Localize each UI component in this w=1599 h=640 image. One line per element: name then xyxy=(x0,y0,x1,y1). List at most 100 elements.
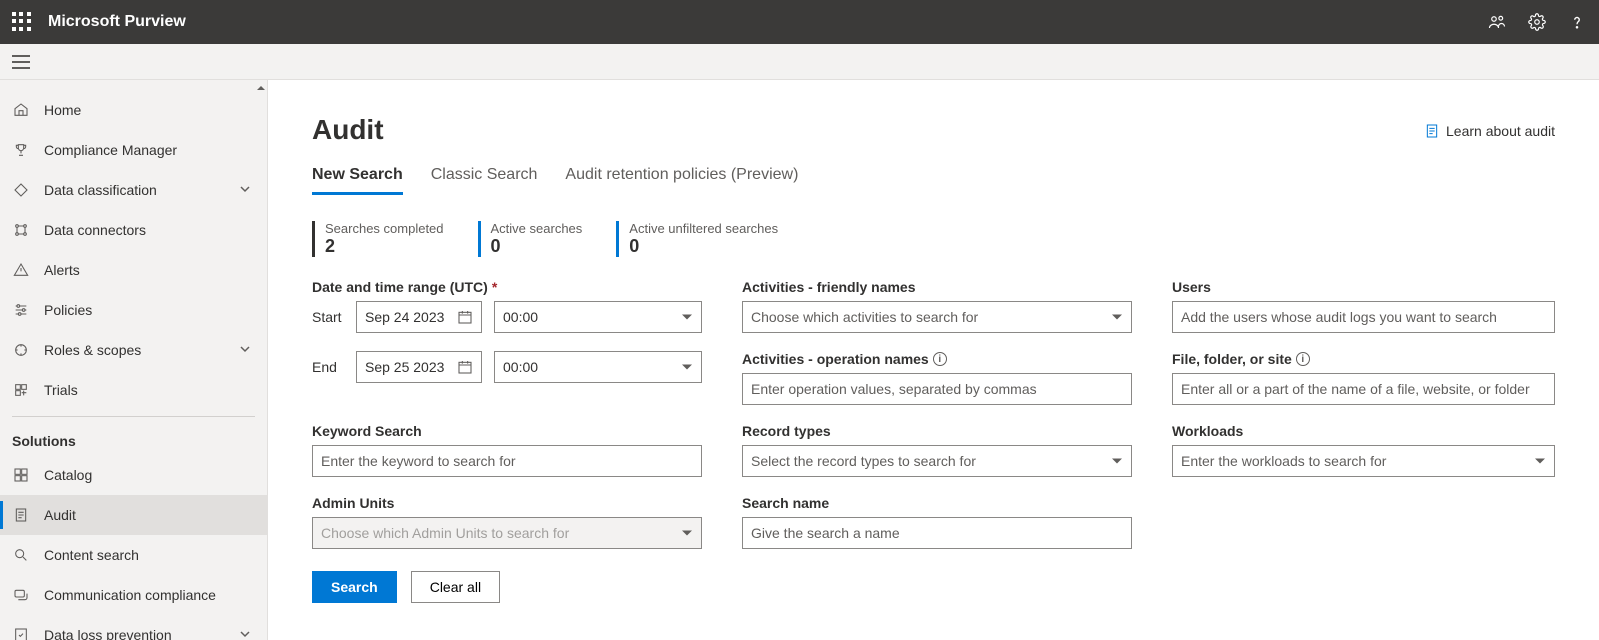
date-range-label: Date and time range (UTC) * xyxy=(312,279,702,295)
tab-audit-retention-policies[interactable]: Audit retention policies (Preview) xyxy=(565,166,798,195)
sidebar-item-data-connectors[interactable]: Data connectors xyxy=(0,210,267,250)
record-types-label: Record types xyxy=(742,423,1132,439)
search-name-block: Search name xyxy=(742,495,1132,549)
app-launcher-icon[interactable] xyxy=(12,12,32,32)
activities-block: Activities - friendly names Choose which… xyxy=(742,279,1132,405)
connectors-icon xyxy=(12,221,30,239)
sidebar-item-alerts[interactable]: Alerts xyxy=(0,250,267,290)
stats-row: Searches completed 2 Active searches 0 A… xyxy=(312,221,1555,257)
sidebar: Home Compliance Manager Data classificat… xyxy=(0,80,268,640)
start-date-value: Sep 24 2023 xyxy=(365,309,451,325)
info-icon[interactable]: i xyxy=(1296,352,1310,366)
settings-icon[interactable] xyxy=(1527,12,1547,32)
button-row: Search Clear all xyxy=(312,571,1555,603)
record-types-select[interactable]: Select the record types to search for xyxy=(742,445,1132,477)
sidebar-item-label: Alerts xyxy=(44,262,80,278)
workloads-block: Workloads Enter the workloads to search … xyxy=(1172,423,1555,477)
sidebar-item-catalog[interactable]: Catalog xyxy=(0,455,267,495)
sidebar-item-communication-compliance[interactable]: Communication compliance xyxy=(0,575,267,615)
sidebar-item-policies[interactable]: Policies xyxy=(0,290,267,330)
end-label: End xyxy=(312,359,344,375)
tab-new-search[interactable]: New Search xyxy=(312,166,403,195)
people-icon[interactable] xyxy=(1487,12,1507,32)
content-area: Audit Learn about audit New Search Class… xyxy=(268,80,1599,640)
users-input[interactable] xyxy=(1172,301,1555,333)
sidebar-item-roles-scopes[interactable]: Roles & scopes xyxy=(0,330,267,370)
activities-friendly-label: Activities - friendly names xyxy=(742,279,1132,295)
sidebar-item-content-search[interactable]: Content search xyxy=(0,535,267,575)
calendar-icon xyxy=(457,309,473,325)
keyword-input[interactable] xyxy=(312,445,702,477)
menu-toggle-icon[interactable] xyxy=(12,55,30,69)
activities-op-label: Activities - operation names i xyxy=(742,351,1132,367)
topbar-right xyxy=(1487,12,1587,32)
stat-value: 0 xyxy=(629,236,778,257)
help-icon[interactable] xyxy=(1567,12,1587,32)
scope-icon xyxy=(12,341,30,359)
required-asterisk: * xyxy=(492,279,497,295)
info-icon[interactable]: i xyxy=(933,352,947,366)
audit-icon xyxy=(12,506,30,524)
home-icon xyxy=(12,101,30,119)
start-time-select[interactable]: 00:00 xyxy=(494,301,702,333)
learn-about-audit-link[interactable]: Learn about audit xyxy=(1424,123,1555,139)
stat-value: 2 xyxy=(325,236,444,257)
admin-units-block: Admin Units Choose which Admin Units to … xyxy=(312,495,702,549)
sidebar-item-label: Communication compliance xyxy=(44,587,216,603)
file-folder-label: File, folder, or site i xyxy=(1172,351,1555,367)
sidebar-item-label: Data connectors xyxy=(44,222,146,238)
sidebar-item-label: Data loss prevention xyxy=(44,627,172,640)
learn-link-text: Learn about audit xyxy=(1446,123,1555,139)
sidebar-item-audit[interactable]: Audit xyxy=(0,495,267,535)
layout: Home Compliance Manager Data classificat… xyxy=(0,80,1599,640)
topbar-left: Microsoft Purview xyxy=(12,12,186,32)
end-time-select[interactable]: 00:00 xyxy=(494,351,702,383)
activities-op-input[interactable] xyxy=(742,373,1132,405)
page-title: Audit xyxy=(312,114,384,146)
calendar-icon xyxy=(457,359,473,375)
chevron-down-icon xyxy=(239,342,251,358)
search-form: Date and time range (UTC) * Start Sep 24… xyxy=(312,279,1555,549)
chevron-down-icon xyxy=(239,627,251,640)
subbar xyxy=(0,44,1599,80)
search-button[interactable]: Search xyxy=(312,571,397,603)
record-types-block: Record types Select the record types to … xyxy=(742,423,1132,477)
sidebar-item-label: Audit xyxy=(44,507,76,523)
sidebar-item-data-loss-prevention[interactable]: Data loss prevention xyxy=(0,615,267,640)
users-label: Users xyxy=(1172,279,1555,295)
end-date-picker[interactable]: Sep 25 2023 xyxy=(356,351,482,383)
workloads-label: Workloads xyxy=(1172,423,1555,439)
sidebar-item-label: Compliance Manager xyxy=(44,142,177,158)
sidebar-item-trials[interactable]: Trials xyxy=(0,370,267,410)
catalog-icon xyxy=(12,466,30,484)
sidebar-section-label: Solutions xyxy=(0,423,267,455)
search-name-input[interactable] xyxy=(742,517,1132,549)
clear-all-button[interactable]: Clear all xyxy=(411,571,500,603)
search-icon xyxy=(12,546,30,564)
start-time-value: 00:00 xyxy=(503,309,538,325)
start-date-picker[interactable]: Sep 24 2023 xyxy=(356,301,482,333)
sidebar-item-label: Home xyxy=(44,102,81,118)
file-folder-input[interactable] xyxy=(1172,373,1555,405)
stat-label: Searches completed xyxy=(325,221,444,236)
trials-icon xyxy=(12,381,30,399)
sidebar-item-label: Trials xyxy=(44,382,78,398)
stat-label: Active searches xyxy=(491,221,583,236)
dlp-icon xyxy=(12,626,30,640)
sidebar-item-home[interactable]: Home xyxy=(0,90,267,130)
document-icon xyxy=(1424,123,1440,139)
stat-value: 0 xyxy=(491,236,583,257)
sidebar-item-compliance-manager[interactable]: Compliance Manager xyxy=(0,130,267,170)
product-name: Microsoft Purview xyxy=(48,13,186,31)
sidebar-item-label: Data classification xyxy=(44,182,157,198)
tabs: New Search Classic Search Audit retentio… xyxy=(312,166,1555,195)
admin-units-select[interactable]: Choose which Admin Units to search for xyxy=(312,517,702,549)
end-date-value: Sep 25 2023 xyxy=(365,359,451,375)
activities-friendly-select[interactable]: Choose which activities to search for xyxy=(742,301,1132,333)
sidebar-item-data-classification[interactable]: Data classification xyxy=(0,170,267,210)
end-time-value: 00:00 xyxy=(503,359,538,375)
tab-classic-search[interactable]: Classic Search xyxy=(431,166,538,195)
chevron-down-icon xyxy=(239,182,251,198)
workloads-select[interactable]: Enter the workloads to search for xyxy=(1172,445,1555,477)
communication-icon xyxy=(12,586,30,604)
